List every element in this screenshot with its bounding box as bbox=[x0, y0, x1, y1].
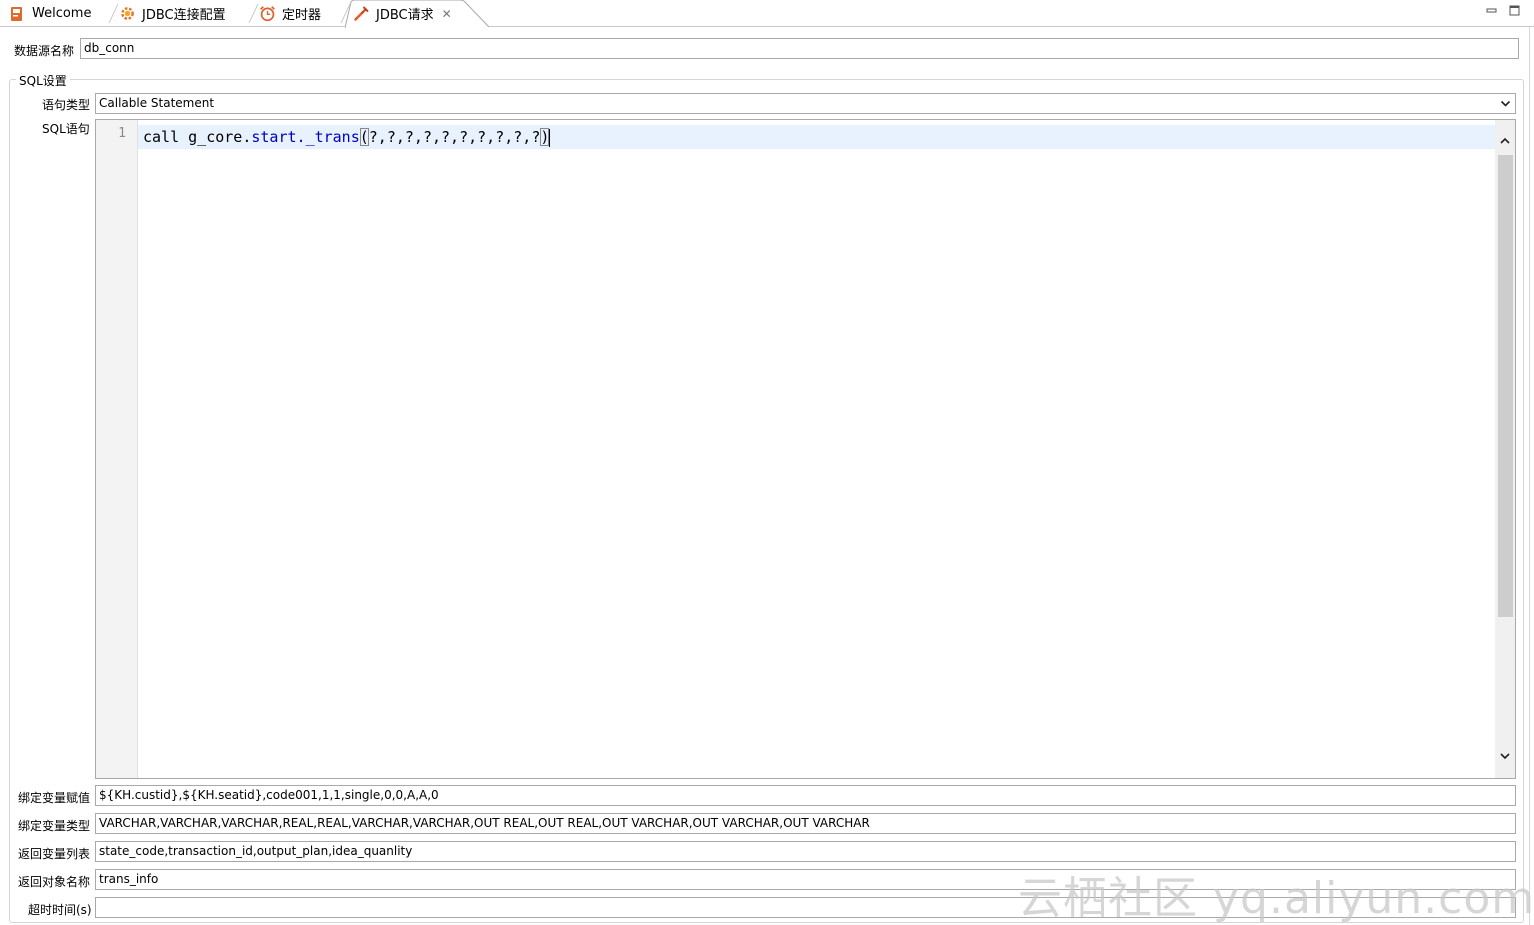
datasource-label: 数据源名称 bbox=[14, 44, 75, 58]
bind-values-input[interactable]: ${KH.custid},${KH.seatid},code001,1,1,si… bbox=[95, 785, 1516, 806]
datasource-input[interactable]: db_conn bbox=[80, 38, 1519, 59]
scroll-down-icon[interactable] bbox=[1498, 749, 1512, 763]
vertical-scrollbar[interactable] bbox=[1495, 120, 1515, 778]
sql-procedure: _trans bbox=[305, 128, 360, 146]
tab-label: JDBC连接配置 bbox=[142, 8, 226, 23]
tab-jdbc-connection[interactable]: JDBC连接配置 bbox=[118, 0, 252, 27]
book-icon bbox=[8, 5, 26, 23]
alarm-clock-icon bbox=[258, 5, 276, 23]
tab-timer[interactable]: 定时器 bbox=[258, 0, 344, 27]
bind-types-label: 绑定变量类型 bbox=[18, 819, 91, 833]
editor-tab-bar: Welcome JDBC连接配置 定时器 JDBC请求 ✕ bbox=[0, 0, 1534, 28]
tab-welcome[interactable]: Welcome bbox=[8, 0, 112, 27]
gear-icon bbox=[118, 5, 136, 23]
return-vars-input[interactable]: state_code,transaction_id,output_plan,id… bbox=[95, 841, 1516, 862]
tab-label: JDBC请求 bbox=[376, 8, 434, 23]
page-edge bbox=[1529, 27, 1534, 925]
text-caret bbox=[549, 128, 551, 147]
sql-close-paren: ) bbox=[540, 128, 550, 146]
sql-keyword: call bbox=[143, 128, 189, 146]
line-number-gutter: 1 bbox=[96, 120, 138, 778]
sql-editor[interactable]: 1 call g_core.start._trans(?,?,?,?,?,?,?… bbox=[95, 119, 1516, 779]
sql-statement-label: SQL语句 bbox=[42, 122, 90, 136]
tab-jdbc-request[interactable]: JDBC请求 ✕ bbox=[352, 0, 472, 27]
return-vars-label: 返回变量列表 bbox=[18, 847, 91, 861]
maximize-icon[interactable] bbox=[1508, 4, 1520, 16]
scroll-up-icon[interactable] bbox=[1498, 134, 1512, 148]
tab-label: Welcome bbox=[32, 6, 92, 21]
sql-params: ?,?,?,?,?,?,?,?,?,? bbox=[368, 128, 541, 146]
statement-type-select[interactable]: Callable Statement bbox=[95, 93, 1516, 114]
statement-type-label: 语句类型 bbox=[42, 98, 91, 112]
watermark: 云栖社区 yq.aliyun.com bbox=[1018, 873, 1534, 924]
sql-code-line[interactable]: call g_core.start._trans(?,?,?,?,?,?,?,?… bbox=[138, 125, 1496, 149]
minimize-icon[interactable] bbox=[1485, 4, 1497, 16]
line-number: 1 bbox=[118, 126, 126, 141]
sql-schema: g_core. bbox=[188, 128, 252, 146]
timeout-label: 超时时间(s) bbox=[28, 903, 92, 917]
dropper-icon bbox=[352, 5, 370, 23]
bind-values-label: 绑定变量赋值 bbox=[18, 791, 91, 805]
scrollbar-thumb[interactable] bbox=[1498, 155, 1513, 617]
statement-type-value: Callable Statement bbox=[99, 96, 215, 110]
close-icon[interactable]: ✕ bbox=[442, 7, 452, 21]
return-object-label: 返回对象名称 bbox=[18, 875, 91, 889]
chevron-down-icon[interactable] bbox=[1499, 97, 1512, 110]
sql-settings-title: SQL设置 bbox=[16, 72, 70, 89]
tab-label: 定时器 bbox=[282, 8, 322, 23]
bind-types-input[interactable]: VARCHAR,VARCHAR,VARCHAR,REAL,REAL,VARCHA… bbox=[95, 813, 1516, 834]
sql-open-paren: ( bbox=[359, 128, 369, 146]
sql-package: start. bbox=[251, 128, 306, 146]
